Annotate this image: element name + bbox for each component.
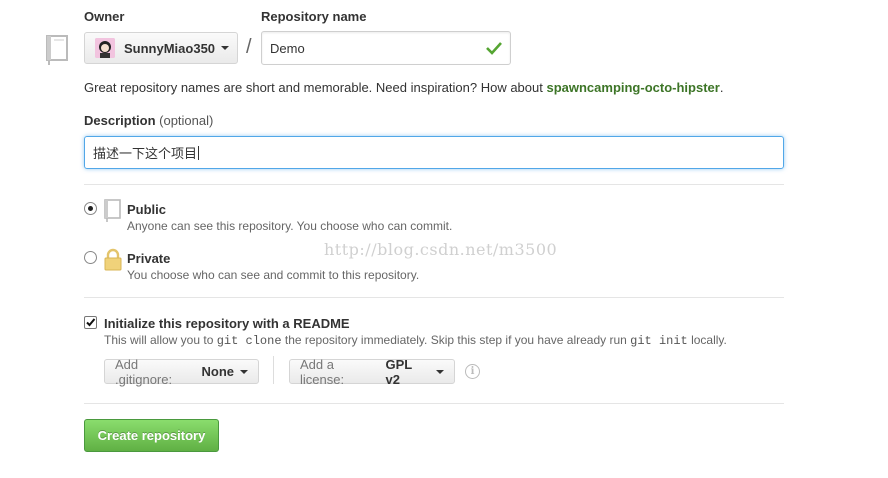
license-select[interactable]: Add a license: GPL v2 bbox=[289, 356, 455, 387]
private-title: Private bbox=[127, 251, 171, 266]
private-radio[interactable] bbox=[84, 251, 97, 264]
optional-note: (optional) bbox=[159, 113, 214, 128]
divider bbox=[84, 184, 784, 185]
readme-description: This will allow you to git clone the rep… bbox=[104, 333, 727, 348]
divider bbox=[84, 403, 784, 404]
public-title: Public bbox=[127, 202, 167, 217]
name-hint: Great repository names are short and mem… bbox=[84, 80, 724, 95]
repository-name-label: Repository name bbox=[261, 9, 367, 24]
vertical-divider bbox=[273, 356, 274, 384]
repo-book-icon bbox=[46, 35, 68, 65]
info-icon[interactable]: i bbox=[465, 364, 480, 379]
gitignore-prefix: Add .gitignore: bbox=[115, 356, 173, 387]
license-prefix: Add a license: bbox=[300, 356, 345, 387]
description-label: Description (optional) bbox=[84, 113, 214, 128]
readme-title: Initialize this repository with a README bbox=[104, 316, 350, 331]
owner-label: Owner bbox=[84, 9, 125, 24]
name-suggestion-link[interactable]: spawncamping-octo-hipster bbox=[546, 80, 719, 95]
text-cursor bbox=[198, 145, 200, 160]
readme-checkbox[interactable] bbox=[84, 316, 97, 329]
public-repo-icon bbox=[104, 199, 121, 222]
divider bbox=[84, 297, 784, 298]
repository-name-input[interactable]: Demo bbox=[261, 31, 511, 65]
public-description: Anyone can see this repository. You choo… bbox=[127, 219, 453, 233]
watermark: http://blog.csdn.net/m3500 bbox=[324, 240, 558, 259]
owner-select[interactable]: SunnyMiao350 bbox=[84, 32, 238, 64]
chevron-down-icon bbox=[240, 369, 248, 374]
owner-repo-separator: / bbox=[246, 36, 252, 58]
gitignore-select[interactable]: Add .gitignore: None bbox=[104, 356, 259, 387]
checkmark-icon bbox=[86, 318, 96, 327]
license-value: GPL v2 bbox=[385, 356, 413, 387]
lock-icon bbox=[104, 248, 122, 271]
git-init-code: git init bbox=[630, 334, 688, 348]
public-radio[interactable] bbox=[84, 202, 97, 215]
private-description: You choose who can see and commit to thi… bbox=[127, 268, 420, 282]
description-input[interactable]: 描述一下这个项目 bbox=[84, 136, 784, 169]
owner-name: SunnyMiao350 bbox=[124, 40, 216, 56]
gitignore-value: None bbox=[201, 364, 235, 379]
avatar bbox=[95, 38, 115, 58]
create-repository-button[interactable]: Create repository bbox=[84, 419, 219, 452]
git-clone-code: git clone bbox=[216, 334, 282, 348]
chevron-down-icon bbox=[436, 369, 444, 374]
description-value: 描述一下这个项目 bbox=[93, 146, 198, 161]
check-icon bbox=[486, 42, 502, 55]
repository-name-value: Demo bbox=[270, 40, 305, 56]
chevron-down-icon bbox=[221, 46, 230, 50]
